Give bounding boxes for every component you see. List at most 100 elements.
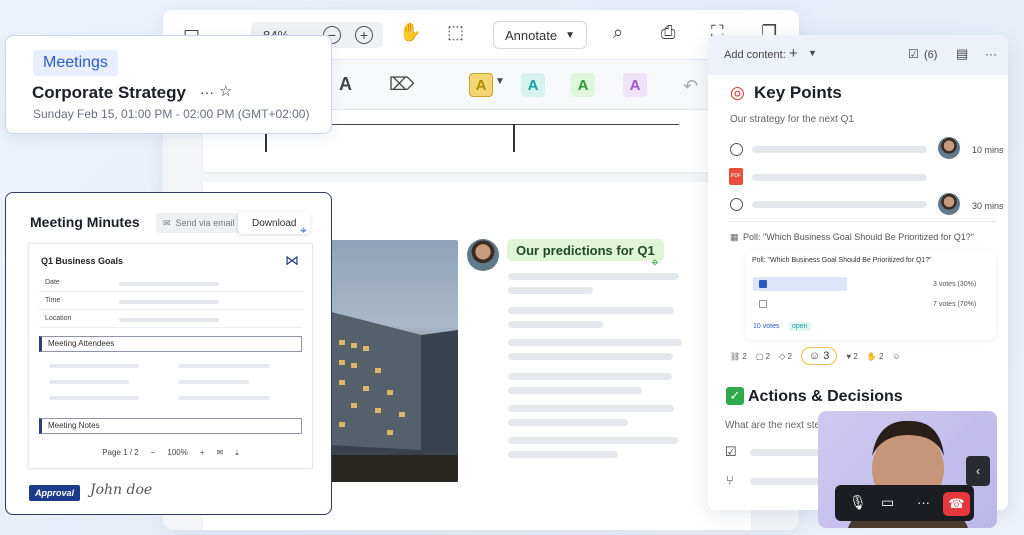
search-icon[interactable]: ⌕ xyxy=(613,22,623,43)
meeting-card[interactable]: Meetings Corporate Strategy ··· ☆ Sunday… xyxy=(5,35,332,134)
actions-subtitle: What are the next ste xyxy=(725,420,821,431)
meeting-title-text: Corporate Strategy xyxy=(32,83,186,102)
notes-label: Meeting Notes xyxy=(48,421,100,430)
select-area-icon[interactable]: ⬚ xyxy=(447,22,464,43)
tasks-icon[interactable]: ☑ xyxy=(908,47,919,61)
notes-section: Meeting Notes xyxy=(39,418,302,434)
zoom-out-icon[interactable]: − xyxy=(151,448,156,458)
highlight-yellow-icon[interactable]: A xyxy=(469,73,493,97)
key-points-subtitle: Our strategy for the next Q1 xyxy=(730,114,854,125)
text-tool-icon[interactable]: A xyxy=(339,74,352,95)
reaction-hug[interactable]: ☺ 3 xyxy=(800,347,838,365)
actions-title-text: Actions & Decisions xyxy=(748,388,903,405)
count-badge: (6) xyxy=(924,49,938,61)
doc-title: Q1 Business Goals xyxy=(41,256,124,266)
meeting-title: Corporate Strategy xyxy=(32,83,186,103)
checkbox-circle[interactable] xyxy=(730,143,743,156)
chevron-down-icon[interactable]: ▼ xyxy=(808,48,817,58)
tag-icon[interactable]: ◇ 2 xyxy=(779,352,792,361)
print-icon[interactable]: ⎙ xyxy=(661,22,675,43)
erase-tool-icon[interactable]: ⌦ xyxy=(389,74,414,95)
highlight-purple-icon[interactable]: A xyxy=(623,73,647,97)
download-label: Download xyxy=(252,217,297,229)
more-options-icon[interactable]: ··· xyxy=(200,84,214,100)
send-label: Send via email xyxy=(175,218,235,228)
send-via-email-button[interactable]: ✉ Send via email xyxy=(156,213,242,233)
comment-count: 2 xyxy=(765,351,771,361)
poll-option-1[interactable] xyxy=(753,277,847,291)
heart-count: 2 xyxy=(853,351,858,361)
poll-icon: ▦ xyxy=(730,232,739,242)
star-icon[interactable]: ☆ xyxy=(219,82,232,100)
signature-text: John doe xyxy=(90,482,153,498)
collapse-chevron-icon[interactable]: ‹ xyxy=(966,456,990,486)
signature: John doe xyxy=(90,482,152,498)
add-icon[interactable]: + xyxy=(789,45,798,62)
minutes-title: Meeting Minutes xyxy=(30,214,140,230)
assignee-avatar xyxy=(938,137,960,159)
zoom-in-icon[interactable]: + xyxy=(200,448,205,458)
hand-tool-icon[interactable]: ✋ xyxy=(399,22,421,43)
camera-icon[interactable]: ▭ xyxy=(881,494,894,511)
annotate-label: Annotate xyxy=(505,27,558,43)
phone-hangup-icon: ☎ xyxy=(948,496,965,511)
pdf-icon: PDF xyxy=(729,168,743,185)
doc-zoom: 100% xyxy=(167,448,188,457)
time-row: Time xyxy=(39,292,302,310)
building-photo xyxy=(331,240,458,482)
annotate-dropdown[interactable]: Annotate ▼ xyxy=(493,21,587,49)
approval-badge: Approval xyxy=(29,485,81,501)
key-points-title-text: Key Points xyxy=(754,83,842,102)
approval-label: Approval xyxy=(35,488,75,498)
add-reaction-icon[interactable]: ☺ xyxy=(892,352,900,361)
item-duration: 30 mins xyxy=(972,201,1004,211)
prediction-comment[interactable]: Our predictions for Q1 xyxy=(507,239,664,261)
chevron-down-icon: ▼ xyxy=(565,29,575,41)
actions-title: Actions & Decisions xyxy=(748,388,903,406)
divider xyxy=(728,221,996,222)
assignee-avatar xyxy=(938,193,960,215)
heart-icon[interactable]: ♥ 2 xyxy=(846,352,857,361)
poll-status-badge: open xyxy=(788,322,812,331)
attendees-section: Meeting Attendees xyxy=(39,336,302,352)
highlight-teal-icon[interactable]: A xyxy=(521,73,545,97)
page-indicator: Page 1 / 2 xyxy=(102,448,139,457)
poll-option-2-votes: 7 votes (70%) xyxy=(933,301,977,308)
zoom-in-icon[interactable]: + xyxy=(355,26,373,44)
target-icon: ◎ xyxy=(730,83,745,102)
doc-footer: Page 1 / 2 − 100% + ✉ ⤓ xyxy=(29,448,312,458)
cursor-click-icon: ⌖ xyxy=(300,223,307,237)
notes-icon[interactable]: ▤ xyxy=(956,46,968,62)
checkbox-square-icon[interactable]: ☑ xyxy=(725,444,737,460)
checkbox-icon xyxy=(759,300,767,308)
reaction-bar: ⛓ 2 ▢ 2 ◇ 2 ☺ 3 ♥ 2 ✋ 2 ☺ xyxy=(730,347,901,365)
download-icon[interactable]: ⤓ xyxy=(235,448,239,458)
mail-icon[interactable]: ✉ xyxy=(217,448,224,458)
chevron-down-icon[interactable]: ▼ xyxy=(495,76,505,87)
meetings-tag: Meetings xyxy=(33,50,118,76)
key-points-title: Key Points xyxy=(754,83,842,103)
location-row: Location xyxy=(39,310,302,328)
comment-icon[interactable]: ▢ 2 xyxy=(756,352,770,361)
link-count: 2 xyxy=(742,351,747,361)
highlight-green-icon[interactable]: A xyxy=(571,73,595,97)
poll-option-2[interactable] xyxy=(753,297,847,311)
checkbox-circle[interactable] xyxy=(730,198,743,211)
decision-branch-icon[interactable]: ⑂ xyxy=(726,473,734,488)
more-options-icon[interactable]: ··· xyxy=(917,495,930,510)
commenter-avatar xyxy=(467,239,499,271)
tag-count: 2 xyxy=(787,351,792,361)
more-options-icon[interactable]: ··· xyxy=(985,47,997,61)
microphone-icon[interactable]: 🎙 xyxy=(849,494,867,511)
undo-icon[interactable]: ↶ xyxy=(683,76,698,97)
minutes-document: Q1 Business Goals ⋈ Date Time Location M… xyxy=(28,243,313,469)
brand-logo-icon: ⋈ xyxy=(285,252,299,268)
time-label: Time xyxy=(45,297,61,304)
clap-icon[interactable]: ✋ 2 xyxy=(867,352,884,361)
link-icon[interactable]: ⛓ 2 xyxy=(730,352,747,361)
add-content-label: Add content: xyxy=(724,49,786,61)
meeting-minutes-card: Meeting Minutes ✉ Send via email Downloa… xyxy=(5,192,332,515)
end-call-button[interactable]: ☎ xyxy=(943,492,970,516)
checkbox-checked-icon xyxy=(759,280,767,288)
mail-icon: ✉ xyxy=(163,217,171,228)
